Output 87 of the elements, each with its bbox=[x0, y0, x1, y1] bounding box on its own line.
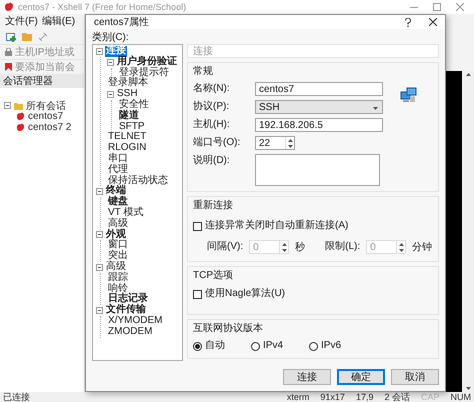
dropdown[interactable]: SSH bbox=[255, 100, 383, 114]
up-arrow-icon[interactable] bbox=[466, 73, 470, 76]
status-text: 91x17 bbox=[320, 392, 345, 402]
group-title: 互联网协议版本 bbox=[193, 323, 264, 335]
section-title: 连接 bbox=[187, 44, 439, 58]
category-label: 类别(C): bbox=[92, 32, 130, 43]
lock-icon bbox=[5, 48, 12, 56]
up-arrow-icon[interactable] bbox=[288, 138, 292, 142]
category-item[interactable]: SSH bbox=[116, 89, 139, 100]
collapse-icon[interactable] bbox=[4, 102, 11, 109]
minimize-icon[interactable] bbox=[410, 6, 418, 8]
category-item[interactable]: 跟踪 bbox=[107, 272, 129, 284]
maximize-icon[interactable] bbox=[433, 3, 441, 11]
close-icon[interactable] bbox=[429, 18, 437, 26]
field-label: 说明(D): bbox=[193, 154, 231, 168]
new-session-icon[interactable] bbox=[6, 32, 16, 42]
folder-icon bbox=[14, 102, 23, 110]
group-title: TCP选项 bbox=[193, 270, 234, 282]
group-title: 重新连接 bbox=[193, 200, 234, 212]
category-item[interactable]: 安全性 bbox=[118, 100, 150, 111]
menu-item[interactable]: 编辑(E) bbox=[42, 16, 76, 28]
category-item[interactable]: 串口 bbox=[107, 154, 129, 165]
collapse-icon[interactable] bbox=[96, 307, 103, 314]
hint-text: 要添加当前会 bbox=[15, 60, 75, 74]
down-arrow-icon[interactable] bbox=[373, 106, 378, 110]
window-title: centos7 - Xshell 7 (Free for Home/School) bbox=[18, 2, 186, 12]
status-text: 2 会话 bbox=[384, 392, 410, 402]
radio-button[interactable]: IPv6 bbox=[309, 340, 367, 352]
logo-icon bbox=[4, 2, 14, 12]
text-field[interactable]: 192.168.206.5 bbox=[255, 118, 383, 132]
category-item[interactable]: VT 模式 bbox=[107, 208, 144, 219]
category-item[interactable]: X/YMODEM bbox=[107, 316, 164, 327]
network-computers-icon bbox=[400, 87, 416, 104]
pane-title: 会话管理器 bbox=[0, 74, 84, 88]
session-item[interactable]: 所有会话 bbox=[26, 98, 66, 112]
checkbox[interactable]: 使用Nagle算法(U) bbox=[193, 288, 433, 300]
field-label: 协议(P): bbox=[193, 100, 230, 114]
status-text: 已连接 bbox=[3, 392, 30, 402]
down-arrow-icon[interactable] bbox=[288, 144, 292, 148]
category-item[interactable]: 登录脚本 bbox=[107, 78, 149, 90]
session-item[interactable]: centos7 2 bbox=[28, 122, 72, 133]
field-label: 限制(L): bbox=[325, 240, 360, 254]
status-text: xterm bbox=[286, 392, 310, 402]
field-label: 主机(H): bbox=[193, 118, 231, 132]
category-item[interactable]: 高级 bbox=[107, 218, 129, 230]
down-arrow-icon[interactable] bbox=[466, 387, 470, 390]
category-item[interactable]: 代理 bbox=[107, 164, 129, 176]
dialog-button[interactable]: 确定 bbox=[337, 369, 385, 385]
category-item[interactable]: 高级 bbox=[105, 262, 127, 273]
checkbox[interactable]: 连接异常关闭时自动重新连接(A) bbox=[193, 220, 433, 232]
category-item[interactable]: 键盘 bbox=[107, 197, 129, 208]
field-label: 端口号(O): bbox=[193, 136, 242, 150]
collapse-icon[interactable] bbox=[107, 91, 114, 98]
category-item[interactable]: 连接 bbox=[105, 46, 127, 57]
unit-label: 秒 bbox=[295, 240, 306, 254]
collapse-icon[interactable] bbox=[96, 231, 103, 238]
category-item[interactable]: 文件传输 bbox=[105, 305, 147, 316]
terminal-pane[interactable] bbox=[445, 71, 474, 392]
text-field[interactable]: centos7 bbox=[255, 82, 383, 96]
category-item[interactable]: TELNET bbox=[107, 132, 148, 144]
category-item[interactable]: 突出 bbox=[107, 251, 129, 262]
collapse-icon[interactable] bbox=[96, 264, 103, 271]
unit-label: 分钟 bbox=[412, 240, 432, 254]
dialog-button[interactable]: 连接 bbox=[283, 369, 331, 385]
session-item[interactable]: centos7 bbox=[28, 111, 64, 122]
field-label: 间隔(V): bbox=[207, 240, 244, 254]
category-item[interactable]: RLOGIN bbox=[107, 143, 148, 154]
category-item[interactable]: 用户身份验证 bbox=[116, 56, 178, 68]
category-item[interactable]: 隧道 bbox=[118, 110, 140, 122]
bookmark-icon bbox=[5, 63, 12, 71]
status-text: 17,9 bbox=[356, 392, 374, 402]
group-title: 常规 bbox=[193, 66, 214, 78]
radio-button[interactable]: 自动 bbox=[193, 340, 251, 352]
radio-button[interactable]: IPv4 bbox=[251, 340, 309, 352]
category-item[interactable]: ZMODEM bbox=[107, 326, 154, 338]
collapse-icon[interactable] bbox=[96, 188, 103, 196]
menu-item[interactable]: 文件(F) bbox=[5, 16, 38, 28]
spin-field[interactable]: 22 bbox=[255, 136, 295, 150]
lock-indicator: NUM bbox=[450, 392, 471, 402]
dialog-title: centos7属性 bbox=[94, 16, 150, 29]
dialog-button[interactable]: 取消 bbox=[391, 369, 439, 385]
text-area[interactable] bbox=[255, 154, 380, 186]
collapse-icon[interactable] bbox=[96, 48, 103, 55]
help-icon[interactable] bbox=[405, 18, 411, 26]
category-item[interactable]: SFTP bbox=[118, 122, 146, 132]
collapse-icon[interactable] bbox=[107, 58, 114, 66]
field-label: 名称(N): bbox=[193, 82, 231, 96]
